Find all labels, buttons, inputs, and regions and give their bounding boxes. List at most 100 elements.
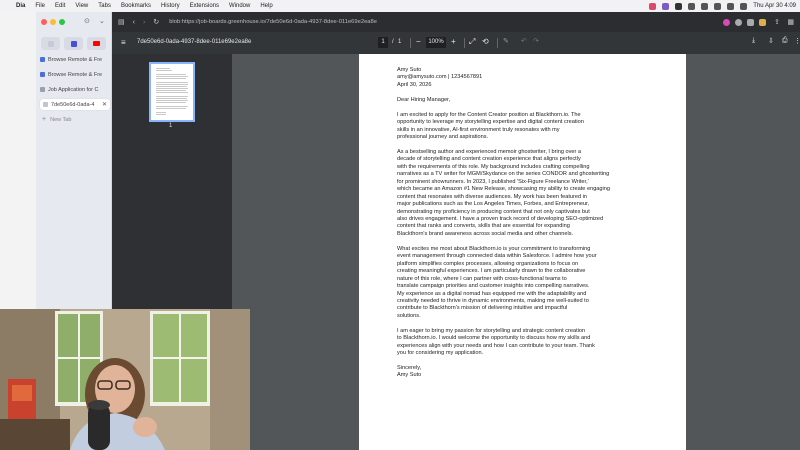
- letter-line: with the requirements of this role. My b…: [397, 163, 590, 170]
- download-icon[interactable]: ⊙: [84, 17, 90, 25]
- search-icon[interactable]: [727, 2, 735, 10]
- letter-line: I am eager to bring my passion for story…: [397, 327, 586, 334]
- menu-tabs[interactable]: Tabs: [98, 3, 111, 9]
- extension-icon[interactable]: [735, 18, 742, 26]
- clock[interactable]: Thu Apr 30 4:09: [753, 3, 796, 9]
- undo-icon[interactable]: ↶: [521, 37, 527, 45]
- divider: [497, 38, 498, 48]
- letter-line: solutions.: [397, 312, 421, 319]
- letter-line: nature of this role, where I can partner…: [397, 275, 567, 282]
- sidebar-tab-active[interactable]: 7de50e6d-0ada-4 ✕: [40, 99, 110, 110]
- chevron-down-icon[interactable]: ⌄: [99, 17, 105, 25]
- letter-line: which became an Amazon #1 New Release, s…: [397, 186, 610, 193]
- letter-line: for prominent showrunners. In 2023, I pu…: [397, 178, 589, 185]
- page-separator: /: [392, 39, 394, 45]
- close-tab-icon[interactable]: ✕: [102, 101, 107, 108]
- pinned-tab[interactable]: [41, 37, 60, 50]
- menu-extensions[interactable]: Extensions: [190, 3, 219, 9]
- new-tab-button[interactable]: + New Tab: [40, 114, 110, 125]
- address-bar-row: ▤ ‹ › ↻ blob:https://job-boards.greenhou…: [112, 12, 800, 32]
- page-icon: [43, 102, 48, 107]
- menu-bookmarks[interactable]: Bookmarks: [121, 3, 151, 9]
- letter-line: amy@amysuto.com | 1234567891: [397, 74, 483, 81]
- letter-line: professional journey and aspirations.: [397, 134, 489, 141]
- letter-line: also drives engagement. I have a proven …: [397, 216, 604, 222]
- forward-icon[interactable]: ›: [143, 19, 145, 26]
- site-icon: [40, 87, 45, 92]
- pinned-tab[interactable]: [64, 37, 83, 50]
- app-icon: [70, 40, 77, 47]
- reload-icon[interactable]: ↻: [153, 18, 159, 26]
- menu-edit[interactable]: Edit: [55, 3, 65, 9]
- letter-line: My experience as a digital nomad has equ…: [397, 290, 587, 297]
- sidebar-tab[interactable]: Job Application for C: [40, 84, 110, 95]
- zoom-input[interactable]: 100%: [426, 37, 446, 48]
- status-app-icon[interactable]: [662, 2, 670, 10]
- status-app-icon[interactable]: [688, 2, 696, 10]
- tab-label: Job Application for C: [48, 86, 99, 93]
- letter-line: I am excited to apply for the Content Cr…: [397, 111, 581, 118]
- tab-label: Browse Remote & Fre: [48, 71, 103, 78]
- back-icon[interactable]: ‹: [133, 19, 135, 26]
- zoom-out-button[interactable]: −: [416, 37, 421, 46]
- close-window-icon[interactable]: [41, 19, 47, 25]
- more-icon[interactable]: ⋮: [794, 37, 800, 45]
- extension-icon[interactable]: [759, 18, 766, 26]
- wifi-icon[interactable]: [714, 2, 722, 10]
- letter-line: What excites me most about Blackthorn.io…: [397, 245, 591, 252]
- control-center-icon[interactable]: [740, 2, 748, 10]
- menu-view[interactable]: View: [75, 3, 88, 9]
- tab-label: 7de50e6d-0ada-4: [51, 101, 95, 108]
- tab-label: Browse Remote & Fre: [48, 56, 103, 63]
- status-app-icon[interactable]: [701, 2, 709, 10]
- webcam-video: [0, 309, 250, 450]
- rotate-icon[interactable]: ⟲: [482, 37, 489, 46]
- letter-line: Amy Suto: [397, 67, 422, 73]
- menu-file[interactable]: File: [35, 3, 45, 9]
- save-icon[interactable]: ⤓: [752, 37, 755, 45]
- letter-line: decade of storytelling and content creat…: [397, 156, 581, 163]
- letter-line: April 30, 2026: [397, 81, 432, 88]
- menu-history[interactable]: History: [161, 3, 180, 9]
- page-total: 1: [398, 39, 402, 45]
- page-thumbnail[interactable]: [149, 62, 195, 122]
- download-icon[interactable]: ⇩: [768, 37, 774, 45]
- pdf-title: 7de50e6d-0ada-4937-8dee-011e69e2ea8e: [137, 39, 252, 45]
- url-field[interactable]: blob:https://job-boards.greenhouse.io/7d…: [169, 19, 377, 25]
- letter-line: demonstrating my proficiency in producin…: [397, 208, 590, 215]
- letter-line: experiences align with your needs and ho…: [397, 342, 595, 349]
- site-icon: [40, 57, 45, 62]
- webcam-overlay: [0, 309, 250, 450]
- assistant-icon[interactable]: ▦: [787, 18, 794, 26]
- menu-icon[interactable]: ≡: [121, 38, 126, 47]
- redo-icon[interactable]: ↷: [533, 37, 539, 45]
- letter-line: major publications such as the Los Angel…: [397, 201, 590, 208]
- sidebar-tab[interactable]: Browse Remote & Fre: [40, 69, 110, 80]
- letter-line: skills in an innovative, AI-first enviro…: [397, 126, 560, 133]
- letter-line: content that resonates with diverse audi…: [397, 193, 587, 200]
- extension-icon[interactable]: [723, 18, 730, 26]
- plus-icon: +: [42, 116, 47, 123]
- print-icon[interactable]: ⎙: [782, 37, 788, 45]
- menu-help[interactable]: Help: [260, 3, 272, 9]
- fit-page-icon[interactable]: ⤢: [469, 37, 475, 47]
- zoom-in-button[interactable]: +: [451, 37, 456, 46]
- menu-window[interactable]: Window: [229, 3, 250, 9]
- menu-app[interactable]: Dia: [16, 3, 25, 9]
- site-icon: [40, 72, 45, 77]
- divider: [464, 38, 465, 48]
- zoom-window-icon[interactable]: [59, 19, 65, 25]
- status-area: Thu Apr 30 4:09: [649, 0, 796, 12]
- pinned-tab-youtube[interactable]: [87, 37, 106, 50]
- extension-icon[interactable]: [747, 18, 754, 26]
- browser-sidebar: ⊙ ⌄ Browse Remote & Fre Browse Remote & …: [36, 12, 112, 309]
- status-app-icon[interactable]: [675, 2, 683, 10]
- sidebar-tab[interactable]: Browse Remote & Fre: [40, 54, 110, 65]
- sidebar-toggle-icon[interactable]: ▤: [118, 18, 125, 26]
- annotate-icon[interactable]: ✎: [503, 37, 509, 45]
- minimize-window-icon[interactable]: [50, 19, 56, 25]
- status-app-icon[interactable]: [649, 2, 657, 10]
- share-icon[interactable]: ⇪: [774, 18, 780, 26]
- letter-line: event management through connected data …: [397, 253, 597, 260]
- page-number-input[interactable]: 1: [378, 37, 388, 48]
